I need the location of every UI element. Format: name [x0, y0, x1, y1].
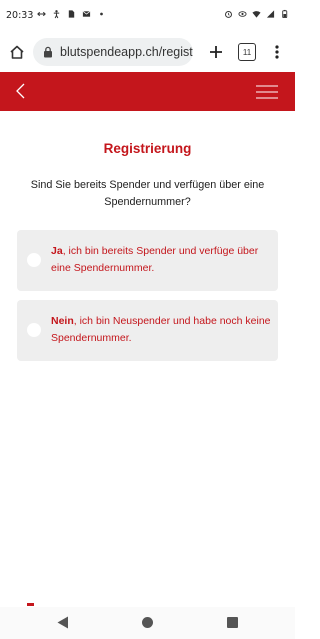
accessibility-icon — [53, 10, 60, 19]
sim-icon — [68, 10, 75, 18]
status-right-icons — [224, 9, 289, 19]
nav-home-icon[interactable] — [142, 617, 153, 628]
dot-icon — [100, 12, 103, 16]
tab-switcher-button[interactable]: 11 — [238, 43, 256, 61]
tab-count: 11 — [242, 47, 252, 57]
option-new-donor-bold: Nein — [51, 315, 74, 327]
link-icon — [37, 11, 46, 17]
option-new-donor-text: , ich bin Neuspender und habe noch keine… — [51, 315, 271, 344]
alarm-icon — [225, 10, 232, 18]
radio-existing-donor[interactable] — [27, 253, 41, 267]
option-existing-donor-bold: Ja — [51, 245, 63, 257]
app-header — [0, 72, 295, 111]
lock-icon — [44, 46, 52, 58]
page-title: Registrierung — [103, 141, 192, 156]
option-new-donor[interactable]: Nein, ich bin Neuspender und habe noch k… — [17, 300, 278, 361]
new-tab-button[interactable] — [205, 41, 227, 63]
option-new-donor-label: Nein, ich bin Neuspender und habe noch k… — [51, 313, 273, 347]
browser-menu-button[interactable] — [266, 41, 288, 63]
mail-icon — [82, 11, 91, 17]
nav-recents-icon[interactable] — [227, 617, 238, 628]
plus-icon — [210, 46, 222, 58]
status-left-icons — [37, 9, 106, 19]
option-existing-donor-label: Ja, ich bin bereits Spender und verfüge … — [51, 243, 273, 277]
status-bar: 20:33 — [0, 0, 295, 32]
wifi-icon — [252, 11, 261, 18]
url-text: blutspendeapp.ch/registrie — [60, 45, 193, 59]
system-nav-bar — [0, 607, 295, 639]
option-existing-donor-text: , ich bin bereits Spender und verfüge üb… — [51, 245, 259, 274]
more-vert-icon — [275, 45, 279, 59]
registration-question: Sind Sie bereits Spender und verfügen üb… — [30, 179, 265, 208]
hamburger-menu-icon[interactable] — [256, 84, 278, 100]
battery-icon — [282, 9, 288, 19]
eye-icon — [238, 11, 247, 17]
option-existing-donor[interactable]: Ja, ich bin bereits Spender und verfüge … — [17, 230, 278, 291]
radio-new-donor[interactable] — [27, 323, 41, 337]
browser-toolbar: blutspendeapp.ch/registrie 11 — [0, 32, 295, 72]
home-icon — [10, 45, 24, 59]
browser-home-button[interactable] — [6, 41, 28, 63]
scroll-indicator — [27, 603, 34, 606]
nav-back-icon[interactable] — [57, 616, 69, 629]
address-bar[interactable]: blutspendeapp.ch/registrie — [33, 38, 193, 66]
back-chevron-icon[interactable] — [12, 81, 32, 101]
signal-icon — [266, 10, 275, 18]
status-time: 20:33 — [6, 10, 34, 21]
